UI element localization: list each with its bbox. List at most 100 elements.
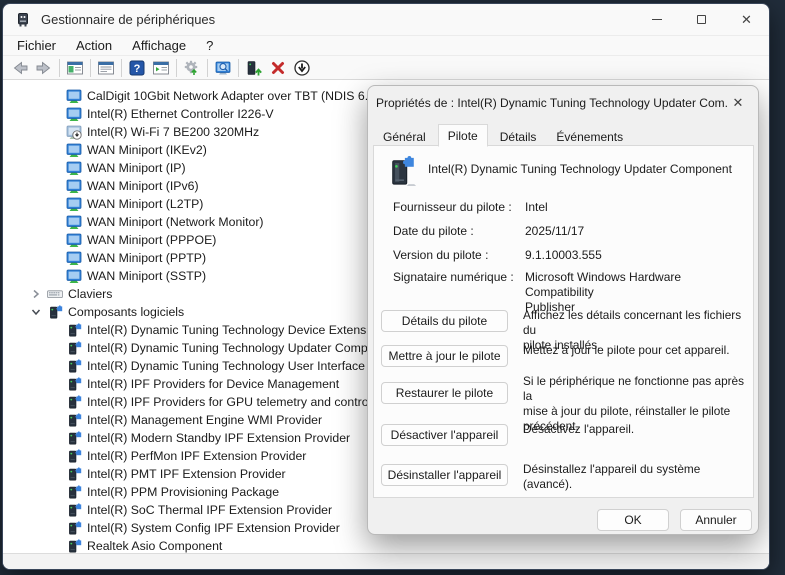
minimize-icon: [652, 19, 662, 20]
forward-arrow-icon: [35, 59, 53, 77]
network-adapter-icon: [66, 160, 82, 176]
uninstall-device-description: Désinstallez l'appareil du système (avan…: [523, 462, 751, 492]
disable-device-button[interactable]: [290, 57, 314, 79]
maximize-icon: [697, 15, 706, 24]
update-driver-button[interactable]: [242, 57, 266, 79]
keyboard-icon: [47, 286, 63, 302]
tab-general[interactable]: Général: [373, 126, 436, 146]
dialog-title: Propriétés de : Intel(R) Dynamic Tuning …: [376, 96, 728, 110]
properties-button[interactable]: [94, 57, 118, 79]
device-name: Intel(R) Dynamic Tuning Technology Updat…: [428, 162, 738, 176]
toolbar: [3, 56, 769, 80]
back-button[interactable]: [8, 57, 32, 79]
software-component-icon: [66, 322, 82, 338]
menu-action[interactable]: Action: [66, 36, 122, 56]
field-label-date: Date du pilote :: [393, 224, 474, 238]
tree-item-label: WAN Miniport (IKEv2): [87, 143, 207, 157]
software-component-icon: [47, 304, 63, 320]
scan-hardware-changes-button[interactable]: [211, 57, 235, 79]
tree-item-label: WAN Miniport (Network Monitor): [87, 215, 264, 229]
field-label-version: Version du pilote :: [393, 248, 488, 262]
properties-dialog: Propriétés de : Intel(R) Dynamic Tuning …: [367, 85, 759, 535]
tab-pilote[interactable]: Pilote: [438, 124, 488, 147]
help-button[interactable]: [125, 57, 149, 79]
close-icon: ✕: [733, 95, 744, 111]
forward-button[interactable]: [32, 57, 56, 79]
tab-evenements[interactable]: Événements: [546, 126, 633, 146]
network-adapter-icon: [66, 268, 82, 284]
show-console-tree-button[interactable]: [63, 57, 87, 79]
rollback-driver-button[interactable]: Restaurer le pilote: [381, 382, 508, 404]
properties-window-icon: [97, 59, 115, 77]
ok-button[interactable]: OK: [597, 509, 669, 531]
tree-item-label: Intel(R) System Config IPF Extension Pro…: [87, 521, 340, 535]
toolbar-separator: [121, 59, 122, 77]
tree-item-label: Intel(R) SoC Thermal IPF Extension Provi…: [87, 503, 332, 517]
toolbar-separator: [90, 59, 91, 77]
network-adapter-icon: [66, 178, 82, 194]
update-driver-software-button[interactable]: [180, 57, 204, 79]
tree-item-label: Intel(R) Ethernet Controller I226-V: [87, 107, 274, 121]
tree-item-label: Intel(R) Modern Standby IPF Extension Pr…: [87, 431, 350, 445]
close-icon: ✕: [741, 12, 752, 28]
field-value-date: 2025/11/17: [525, 224, 749, 239]
title-bar: Gestionnaire de périphériques ✕: [3, 4, 769, 36]
back-arrow-icon: [11, 59, 29, 77]
software-component-icon: [66, 466, 82, 482]
disable-device-description: Désactivez l'appareil.: [523, 422, 751, 437]
tree-item-label: CalDigit 10Gbit Network Adapter over TBT…: [87, 89, 382, 103]
dialog-header: Propriétés de : Intel(R) Dynamic Tuning …: [368, 86, 758, 120]
tree-item-label: WAN Miniport (IPv6): [87, 179, 199, 193]
uninstall-device-button-dialog[interactable]: Désinstaller l'appareil: [381, 464, 508, 486]
action-pane-icon: [152, 59, 170, 77]
software-component-icon: [66, 340, 82, 356]
dialog-tabs: Général Pilote Détails Événements: [373, 123, 633, 146]
software-component-icon: [66, 430, 82, 446]
network-adapter-disabled-icon: [66, 124, 82, 140]
network-adapter-icon: [66, 232, 82, 248]
close-button[interactable]: ✕: [724, 4, 769, 35]
status-bar: [3, 553, 769, 570]
network-adapter-icon: [66, 250, 82, 266]
toolbar-separator: [59, 59, 60, 77]
tree-item-label: Intel(R) Wi-Fi 7 BE200 320MHz: [87, 125, 259, 139]
gear-update-icon: [183, 59, 201, 77]
driver-tab-page: Intel(R) Dynamic Tuning Technology Updat…: [373, 145, 754, 498]
software-component-icon: [66, 502, 82, 518]
software-component-icon: [66, 412, 82, 428]
tree-item-label: WAN Miniport (PPTP): [87, 251, 206, 265]
tree-item-label: Intel(R) IPF Providers for GPU telemetry…: [87, 395, 377, 409]
software-component-icon: [66, 358, 82, 374]
uninstall-device-button[interactable]: [266, 57, 290, 79]
tree-item[interactable]: Realtek Asio Component: [3, 537, 769, 553]
minimize-button[interactable]: [634, 4, 679, 35]
maximize-button[interactable]: [679, 4, 724, 35]
network-adapter-icon: [66, 196, 82, 212]
update-driver-description: Mettez à jour le pilote pour cet apparei…: [523, 343, 751, 358]
cancel-button[interactable]: Annuler: [680, 509, 752, 531]
tree-item-label: Intel(R) Dynamic Tuning Technology Updat…: [87, 341, 368, 355]
toolbar-separator: [207, 59, 208, 77]
update-driver-button-dialog[interactable]: Mettre à jour le pilote: [381, 345, 508, 367]
tree-item-label: Intel(R) PerfMon IPF Extension Provider: [87, 449, 306, 463]
network-adapter-icon: [66, 142, 82, 158]
menu-fichier[interactable]: Fichier: [7, 36, 66, 56]
update-driver-icon: [245, 59, 263, 77]
menu-affichage[interactable]: Affichage: [122, 36, 196, 56]
chevron-right-icon[interactable]: [29, 287, 43, 301]
tree-item-label: Intel(R) Dynamic Tuning Technology Devic…: [87, 323, 376, 337]
disable-device-button-dialog[interactable]: Désactiver l'appareil: [381, 424, 508, 446]
dialog-close-button[interactable]: ✕: [728, 93, 748, 113]
software-component-icon: [66, 538, 82, 553]
device-icon: [388, 154, 418, 188]
software-component-icon: [66, 394, 82, 410]
device-manager-window: Gestionnaire de périphériques ✕ Fichier …: [2, 3, 770, 570]
driver-details-button[interactable]: Détails du pilote: [381, 310, 508, 332]
action-pane-button[interactable]: [149, 57, 173, 79]
menu-help[interactable]: ?: [196, 36, 223, 56]
tab-details[interactable]: Détails: [490, 126, 547, 146]
field-value-version: 9.1.10003.555: [525, 248, 749, 263]
tree-item-label: WAN Miniport (L2TP): [87, 197, 203, 211]
software-component-icon: [66, 376, 82, 392]
chevron-down-icon[interactable]: [29, 305, 43, 319]
